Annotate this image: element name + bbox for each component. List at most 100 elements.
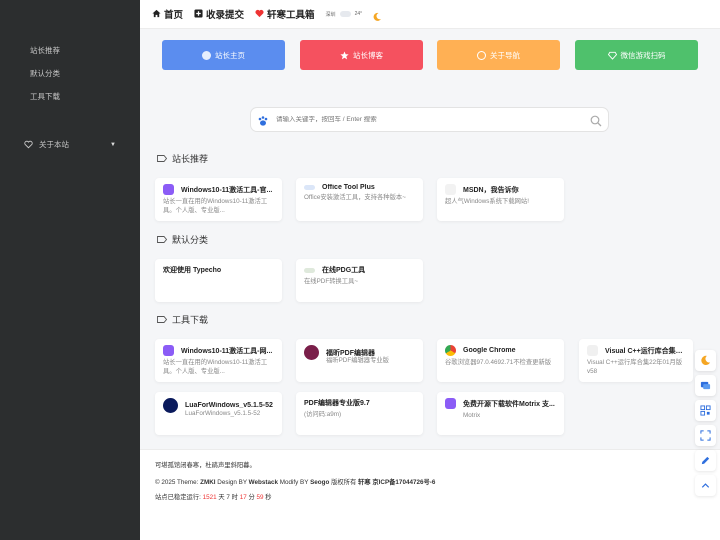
site-card[interactable]: Google Chrome 谷歌浏览器97.0.4692.71不检查更新版 — [437, 339, 564, 382]
sidebar: 站长推荐 默认分类 工具下载 关于本站 ▼ — [0, 0, 140, 540]
quick-about-label: 关于导航 — [490, 50, 520, 60]
card-desc: 站长一直在用的Windows10-11激活工具。个人版、专业版... — [163, 359, 268, 375]
modify-label: Modify BY — [279, 479, 309, 486]
qrcode-icon — [700, 405, 711, 416]
sidebar-item-recommend[interactable]: 站长推荐 — [30, 45, 60, 56]
section-title-label: 默认分类 — [172, 235, 209, 245]
nav-home[interactable]: 首页 — [152, 7, 183, 21]
site-card[interactable]: Windows10-11激活工具-官... 站长一直在用的Windows10-1… — [155, 178, 282, 221]
edit-button[interactable] — [695, 450, 716, 471]
card-desc: LuaForWindows_v5.1.5-52 — [185, 410, 261, 417]
quick-about-button[interactable]: 关于导航 — [437, 40, 560, 70]
circle-icon — [477, 50, 486, 60]
lua-logo-icon — [163, 398, 178, 413]
card-desc: Office安装激活工具，支持各种版本~ — [304, 194, 406, 201]
card-title: Google Chrome — [463, 347, 516, 354]
star-icon — [340, 50, 349, 60]
section-title-tools: 工具下载 — [157, 313, 208, 326]
card-desc: 谷歌浏览器97.0.4692.71不检查更新版 — [445, 359, 552, 366]
card-title: Office Tool Plus — [322, 184, 375, 191]
quick-blog-label: 站长博客 — [353, 50, 383, 60]
nav-submit[interactable]: 收录提交 — [194, 7, 244, 21]
vc-runtime-icon — [587, 345, 598, 356]
search-box — [250, 107, 609, 132]
site-card[interactable]: 在线PDG工具 在线PDF转换工具~ — [296, 259, 423, 302]
site-card[interactable]: 欢迎使用 Typecho — [155, 259, 282, 302]
icp-link[interactable]: 京ICP备17044726号-6 — [372, 479, 435, 486]
theme-link[interactable]: ZMKI — [200, 479, 215, 486]
card-desc: 超人气Windows系统下载网站! — [445, 198, 529, 205]
theme-toggle-button[interactable] — [695, 350, 716, 371]
footer-uptime: 站点已稳定运行: 1521 天 7 时 17 分 59 秒 — [155, 492, 272, 501]
uptime-days-unit: 天 — [218, 494, 225, 501]
uptime-secs-unit: 秒 — [265, 494, 272, 501]
sidebar-item-tools[interactable]: 工具下载 — [30, 91, 60, 102]
back-to-top-button[interactable] — [695, 475, 716, 496]
site-card[interactable]: Office Tool Plus Office安装激活工具，支持各种版本~ — [296, 178, 423, 221]
nav-toolbox[interactable]: 轩寒工具箱 — [255, 7, 315, 21]
nav-submit-label: 收录提交 — [206, 10, 245, 21]
copyright-prefix: © 2025 Theme: — [155, 479, 199, 486]
site-card[interactable]: MSDN，我告诉你 超人气Windows系统下载网站! — [437, 178, 564, 221]
quick-wechat-button[interactable]: 微信游戏扫码 — [575, 40, 698, 70]
site-card[interactable]: 福昕PDF编辑器 福昕PDF编辑器专业版 — [296, 339, 423, 382]
msdn-logo-icon — [445, 184, 456, 195]
foxit-logo-icon — [304, 345, 319, 360]
card-title: Windows10-11激活工具-官... — [181, 186, 273, 194]
sidebar-item-about[interactable]: 关于本站 ▼ — [24, 139, 124, 150]
card-title: 欢迎使用 Typecho — [163, 267, 222, 274]
section-title-recommend: 站长推荐 — [157, 152, 208, 165]
rights-label: 版权所有 — [331, 479, 357, 486]
search-icon[interactable] — [590, 114, 602, 126]
card-title: PDF编辑器专业版9.7 — [304, 400, 370, 407]
windows-app-icon — [163, 345, 174, 356]
quick-blog-button[interactable]: 站长博客 — [300, 40, 423, 70]
chat-button[interactable] — [695, 375, 716, 396]
card-desc: 站长一直在用的Windows10-11激活工具。个人版、专业版... — [163, 198, 268, 214]
search-input[interactable] — [276, 116, 590, 123]
uptime-hours: 7 — [226, 494, 230, 501]
tag-icon — [157, 236, 167, 243]
section-title-label: 站长推荐 — [172, 154, 209, 164]
site-card[interactable]: PDF编辑器专业版9.7 (访问码:a9m) — [296, 392, 423, 435]
card-desc: Motrix — [463, 412, 481, 419]
site-card[interactable]: Visual C++运行库合集22年... Visual C++运行库合集22年… — [579, 339, 693, 382]
weather-widget[interactable]: 深圳 24° — [325, 11, 362, 18]
card-desc: Visual C++运行库合集22年01月版v58 — [587, 359, 683, 375]
moon-icon — [701, 355, 711, 365]
top-navbar: 首页 收录提交 轩寒工具箱 深圳 24° — [140, 0, 720, 29]
site-card[interactable]: Windows10-11激活工具-网... 站长一直在用的Windows10-1… — [155, 339, 282, 382]
uptime-hours-unit: 时 — [231, 494, 238, 501]
heart-icon — [24, 140, 33, 149]
weather-city: 深圳 — [325, 11, 336, 18]
card-title: MSDN，我告诉你 — [463, 186, 519, 194]
quick-homepage-button[interactable]: 站长主页 — [162, 40, 285, 70]
qrcode-button[interactable] — [695, 400, 716, 421]
card-title: Visual C++运行库合集22年... — [605, 347, 685, 355]
card-desc: (访问码:a9m) — [304, 411, 342, 418]
motrix-logo-icon — [445, 398, 456, 409]
caret-down-icon: ▼ — [110, 141, 116, 148]
webstack-link[interactable]: Webstack — [249, 479, 278, 486]
moon-icon[interactable] — [372, 9, 382, 21]
chat-icon — [700, 381, 711, 390]
fullscreen-button[interactable] — [695, 425, 716, 446]
diamond-icon — [607, 51, 617, 60]
design-label: Design BY — [217, 479, 247, 486]
site-card[interactable]: 免费开源下载软件Motrix 支... Motrix — [437, 392, 564, 435]
tag-icon — [157, 155, 167, 162]
sidebar-item-default[interactable]: 默认分类 — [30, 68, 60, 79]
nav-home-label: 首页 — [164, 10, 184, 21]
baidu-paw-icon[interactable] — [257, 114, 269, 126]
sidebar-about-label: 关于本站 — [39, 140, 69, 149]
footer: 可堪孤馆闭春寒，杜鹃声里斜阳暮。 © 2025 Theme: ZMKI Desi… — [140, 449, 720, 540]
home-icon — [152, 9, 161, 20]
seogo-link[interactable]: Seogo — [310, 479, 329, 486]
section-title-default: 默认分类 — [157, 233, 208, 246]
site-card[interactable]: LuaForWindows_v5.1.5-52 LuaForWindows_v5… — [155, 392, 282, 435]
office-logo-icon — [304, 185, 315, 190]
uptime-secs: 59 — [256, 494, 264, 501]
owner-link[interactable]: 轩寒 — [358, 479, 371, 486]
uptime-days: 1521 — [202, 494, 217, 501]
section-title-label: 工具下载 — [172, 315, 209, 325]
